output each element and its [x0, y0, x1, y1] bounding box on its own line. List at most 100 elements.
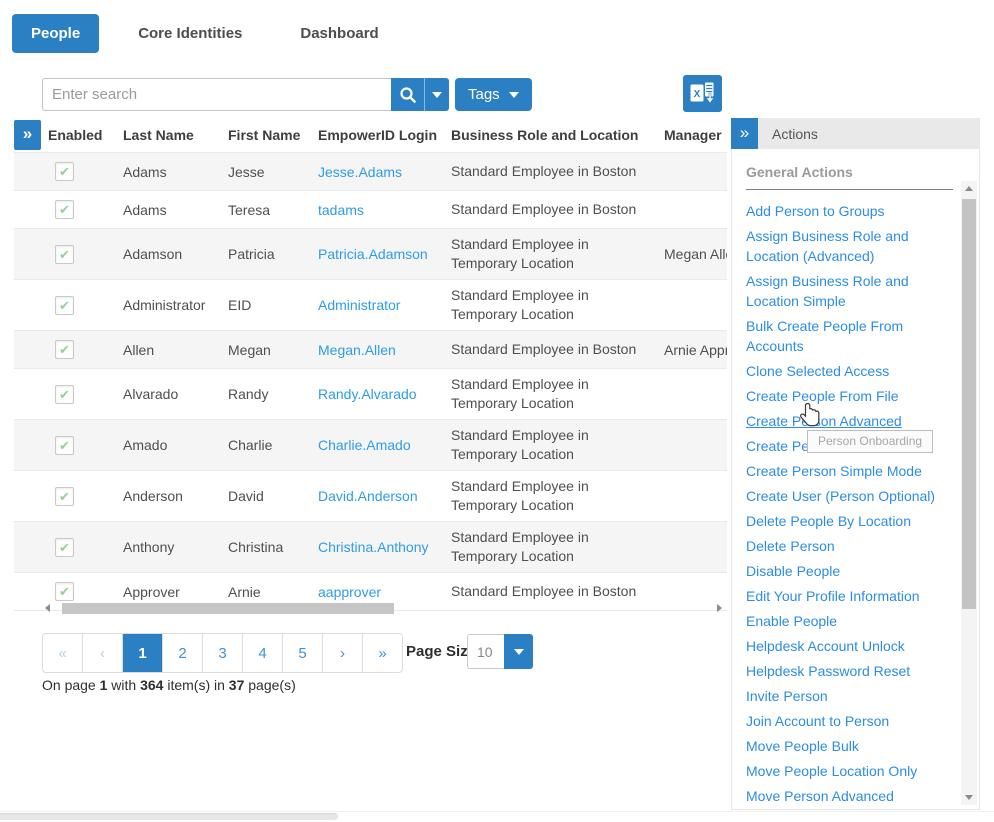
action-link[interactable]: Disable People: [746, 561, 953, 581]
summary-segment: item(s) in: [163, 677, 228, 693]
scroll-up-icon[interactable]: [965, 186, 973, 191]
caret-down-icon: [509, 92, 519, 98]
page-button[interactable]: 2: [163, 634, 203, 672]
login-link[interactable]: Administrator: [318, 297, 400, 313]
cell-manager: Megan Allen: [664, 246, 727, 262]
action-link[interactable]: Create Person Advanced: [746, 411, 953, 431]
scroll-down-icon[interactable]: [965, 795, 973, 800]
tab-people[interactable]: People: [12, 14, 99, 53]
enabled-checkbox[interactable]: ✔: [55, 436, 74, 455]
action-link[interactable]: Helpdesk Account Unlock: [746, 636, 953, 656]
enabled-checkbox[interactable]: ✔: [55, 538, 74, 557]
login-link[interactable]: Patricia.Adamson: [318, 246, 428, 262]
page-button[interactable]: 5: [283, 634, 323, 672]
cell-enabled: ✔: [48, 296, 123, 315]
enabled-checkbox[interactable]: ✔: [55, 487, 74, 506]
action-link[interactable]: Assign Business Role and Location Simple: [746, 271, 953, 311]
search-options-button[interactable]: [424, 78, 449, 111]
tab-dashboard[interactable]: Dashboard: [281, 14, 397, 53]
cell-role-location: Standard Employee in Temporary Location: [451, 522, 664, 572]
login-link[interactable]: David.Anderson: [318, 488, 418, 504]
table-row: ✔AmadoCharlieCharlie.AmadoStandard Emplo…: [14, 419, 727, 470]
action-link[interactable]: Helpdesk Password Reset: [746, 661, 953, 681]
cell-enabled: ✔: [48, 538, 123, 557]
col-header-enabled[interactable]: Enabled: [48, 127, 123, 143]
cell-login: Christina.Anthony: [318, 539, 451, 555]
action-link[interactable]: Move People Bulk: [746, 736, 953, 756]
hscroll-thumb[interactable]: [62, 603, 394, 614]
action-link[interactable]: Create Person Simple Mode: [746, 461, 953, 481]
cell-role-location: Standard Employee in Boston: [451, 194, 664, 225]
login-link[interactable]: Christina.Anthony: [318, 539, 429, 555]
page-prev-button[interactable]: ‹: [83, 634, 123, 672]
page-first-button[interactable]: «: [43, 634, 83, 672]
action-link[interactable]: Move Person Advanced: [746, 786, 953, 806]
enabled-checkbox[interactable]: ✔: [55, 200, 74, 219]
action-link[interactable]: Assign Business Role and Location (Advan…: [746, 226, 953, 266]
cell-login: Jesse.Adams: [318, 164, 451, 180]
page-button[interactable]: 4: [243, 634, 283, 672]
actions-panel-header: » Actions: [731, 118, 980, 149]
export-excel-button[interactable]: X: [683, 75, 722, 112]
page-size-dropdown-button[interactable]: [504, 634, 533, 669]
tags-button[interactable]: Tags: [455, 78, 532, 111]
search-button[interactable]: [391, 78, 424, 111]
action-link[interactable]: Add Person to Groups: [746, 201, 953, 221]
page-next-button[interactable]: ›: [323, 634, 363, 672]
action-link[interactable]: Delete Person: [746, 536, 953, 556]
action-link[interactable]: Join Account to Person: [746, 711, 953, 731]
col-header-manager[interactable]: Manager: [664, 127, 727, 143]
expand-icon: »: [740, 123, 749, 143]
col-header-first-name[interactable]: First Name: [228, 127, 318, 143]
login-link[interactable]: Megan.Allen: [318, 342, 396, 358]
col-header-login[interactable]: EmpowerID Login: [318, 127, 451, 143]
enabled-checkbox[interactable]: ✔: [55, 582, 74, 601]
login-link[interactable]: aapprover: [318, 584, 381, 600]
search-input[interactable]: [42, 78, 391, 111]
page-size-value[interactable]: 10: [467, 634, 504, 669]
actions-panel-body: General Actions Add Person to GroupsAssi…: [731, 149, 980, 810]
page-button[interactable]: 3: [203, 634, 243, 672]
table-horizontal-scrollbar[interactable]: [45, 600, 722, 616]
cell-enabled: ✔: [48, 162, 123, 181]
page-horizontal-scrollbar[interactable]: [0, 813, 338, 820]
page-button[interactable]: 1: [123, 634, 163, 672]
cell-last-name: Allen: [123, 342, 228, 358]
enabled-checkbox[interactable]: ✔: [55, 385, 74, 404]
login-link[interactable]: Jesse.Adams: [318, 164, 402, 180]
actions-expand-button[interactable]: »: [731, 118, 758, 149]
scroll-left-icon[interactable]: [45, 604, 50, 612]
people-table: » Enabled Last Name First Name EmpowerID…: [14, 118, 727, 611]
enabled-checkbox[interactable]: ✔: [55, 296, 74, 315]
col-header-role-location[interactable]: Business Role and Location: [451, 120, 664, 151]
vscroll-thumb[interactable]: [962, 199, 976, 609]
tab-core-identities[interactable]: Core Identities: [119, 14, 261, 53]
page-last-button[interactable]: »: [363, 634, 402, 672]
scroll-right-icon[interactable]: [717, 604, 722, 612]
action-link[interactable]: Create People From File: [746, 386, 953, 406]
action-link[interactable]: Delete People By Location: [746, 511, 953, 531]
cell-enabled: ✔: [48, 582, 123, 601]
actions-vertical-scrollbar[interactable]: [961, 181, 977, 805]
action-link[interactable]: Invite Person: [746, 686, 953, 706]
page-size-label: Page Size: [406, 643, 476, 660]
enabled-checkbox[interactable]: ✔: [55, 245, 74, 264]
actions-panel-title: Actions: [772, 126, 818, 142]
action-link[interactable]: Clone Selected Access: [746, 361, 953, 381]
action-link[interactable]: Move People Location Only: [746, 761, 953, 781]
action-link[interactable]: Bulk Create People From Accounts: [746, 316, 953, 356]
action-link[interactable]: Create User (Person Optional): [746, 486, 953, 506]
login-link[interactable]: Charlie.Amado: [318, 437, 411, 453]
cell-last-name: Anthony: [123, 539, 228, 555]
action-link[interactable]: Enable People: [746, 611, 953, 631]
action-link[interactable]: Edit Your Profile Information: [746, 586, 953, 606]
table-expand-button[interactable]: »: [14, 120, 41, 150]
login-link[interactable]: Randy.Alvarado: [318, 386, 417, 402]
svg-text:X: X: [694, 89, 701, 100]
hscroll-track[interactable]: [54, 603, 713, 614]
login-link[interactable]: tadams: [318, 202, 364, 218]
cell-last-name: Adams: [123, 164, 228, 180]
enabled-checkbox[interactable]: ✔: [55, 340, 74, 359]
col-header-last-name[interactable]: Last Name: [123, 127, 228, 143]
enabled-checkbox[interactable]: ✔: [55, 162, 74, 181]
